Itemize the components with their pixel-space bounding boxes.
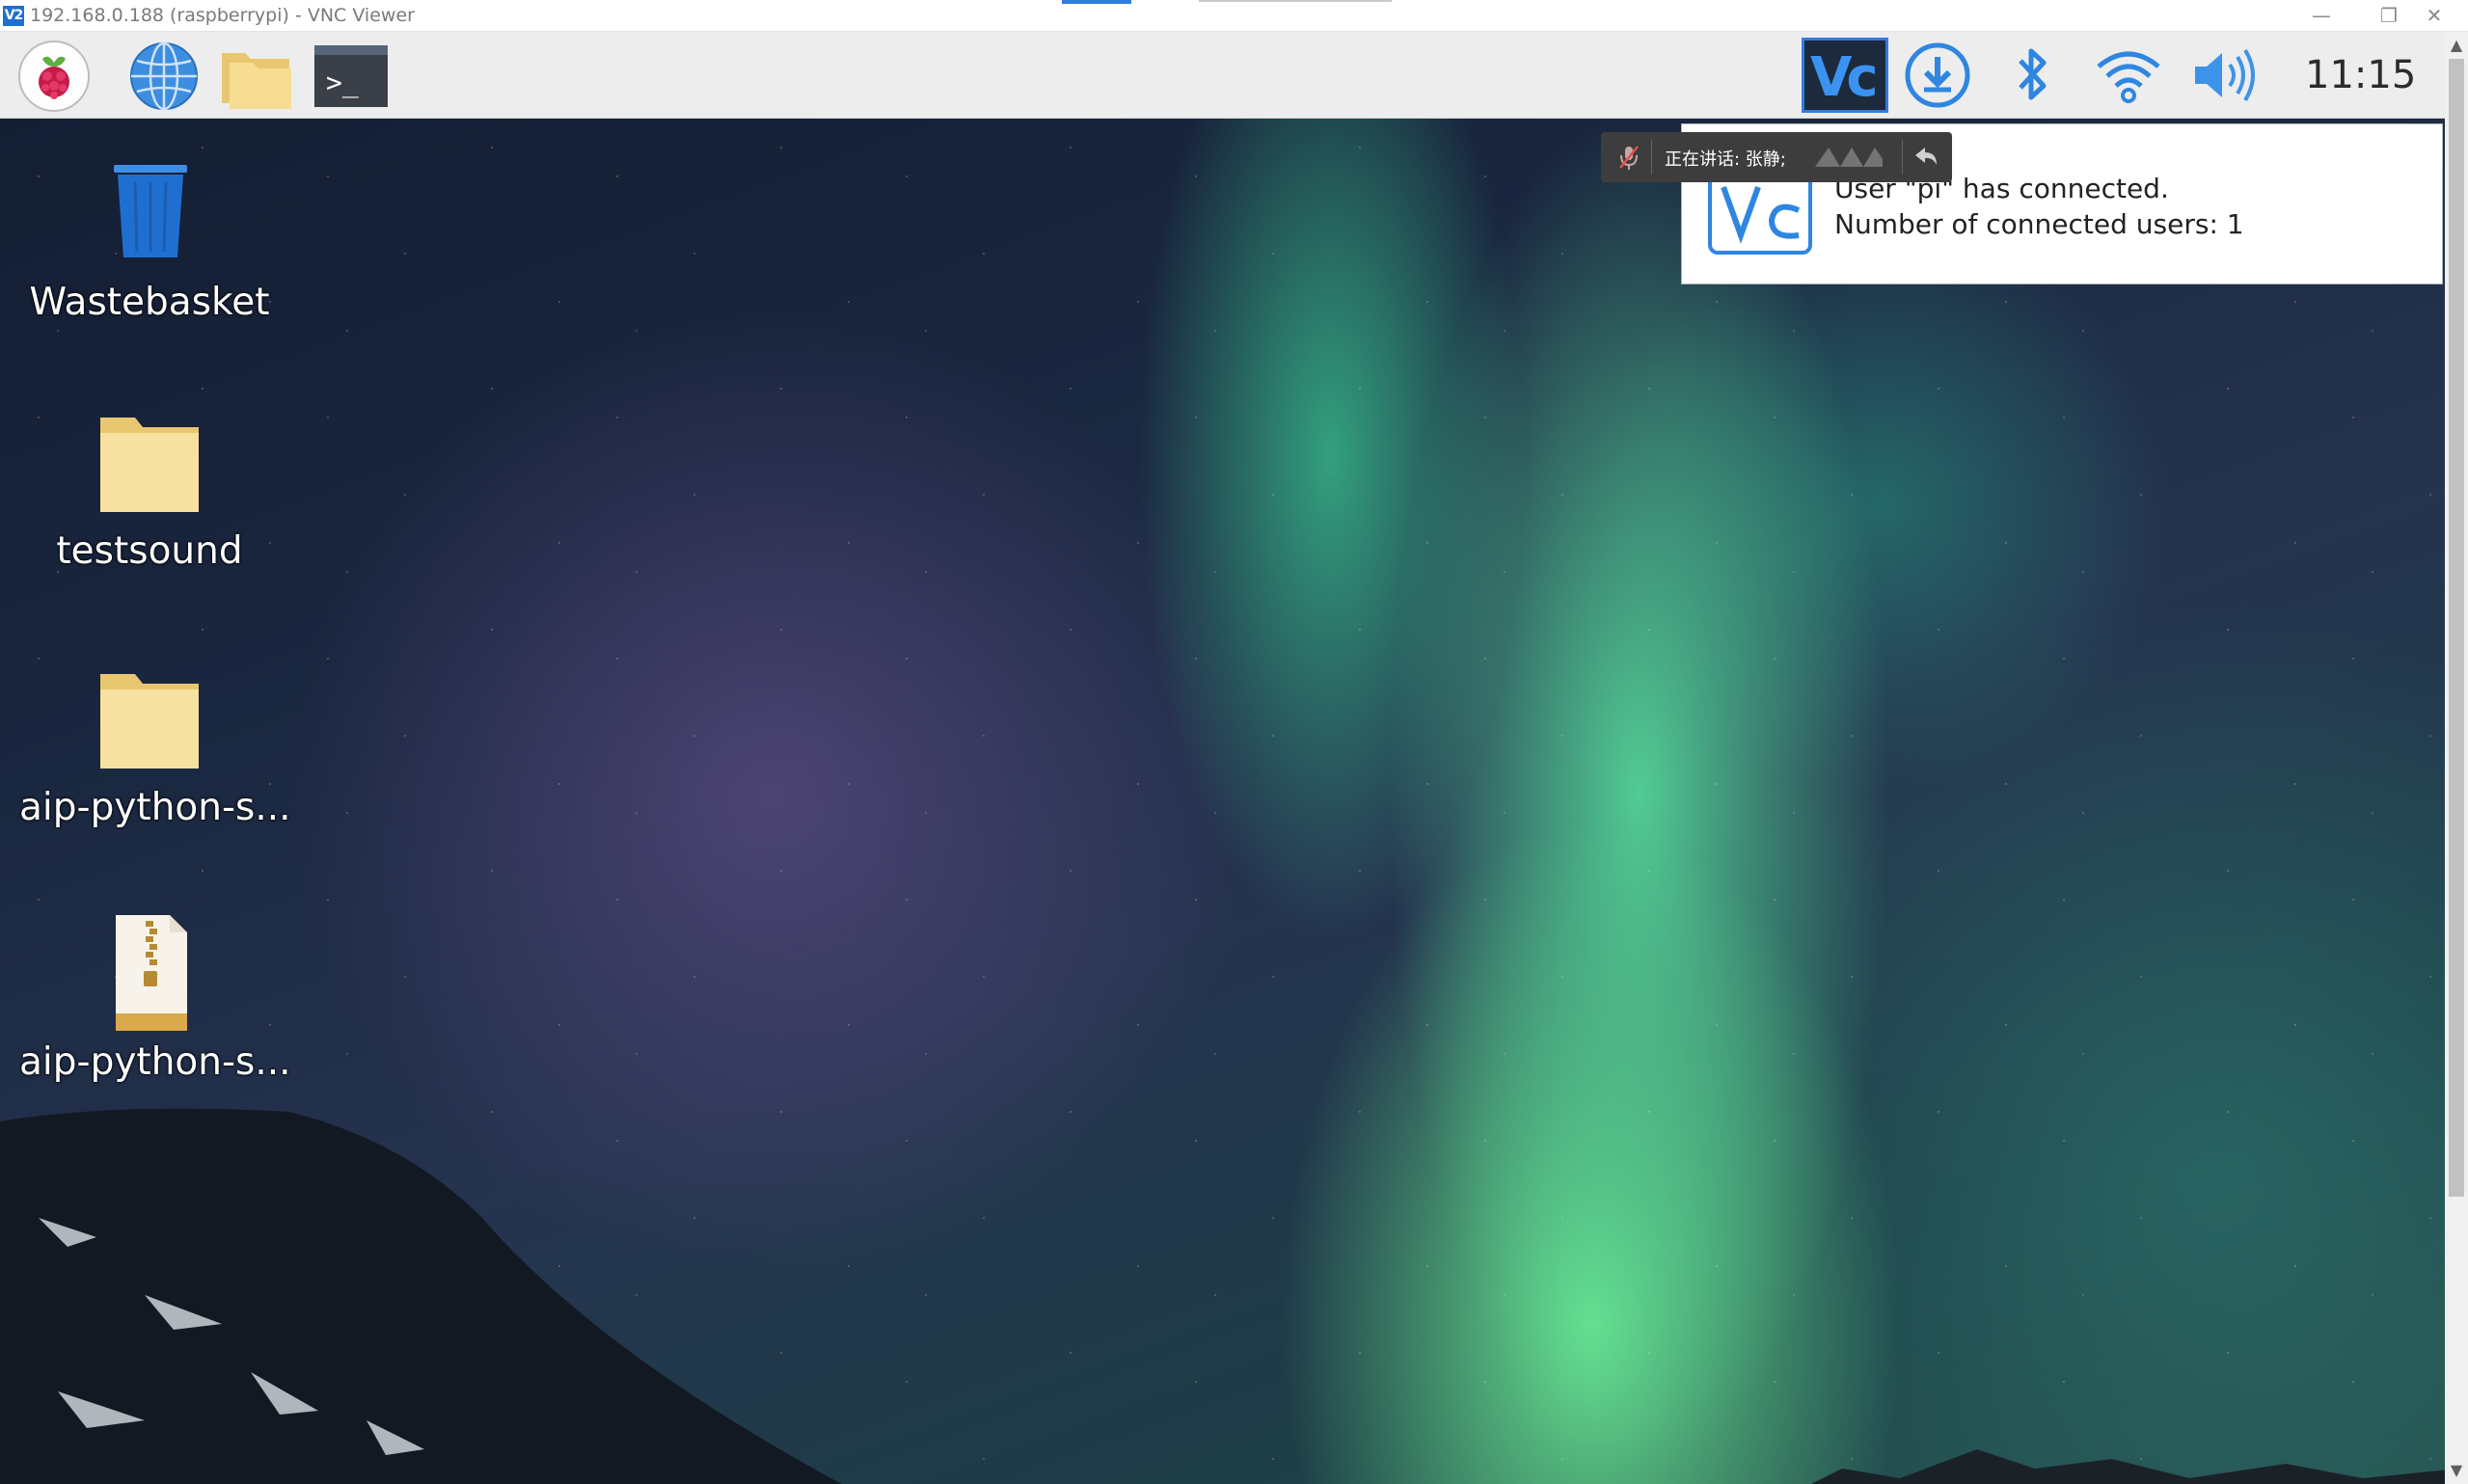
- folder-icon: [87, 408, 212, 524]
- terminal-icon[interactable]: >_: [312, 40, 390, 113]
- download-update-icon[interactable]: [1900, 38, 1975, 113]
- desktop-icon-folder-aip-python[interactable]: aip-python-s...: [19, 664, 291, 829]
- folder-icon: [87, 664, 212, 780]
- trash-icon: [87, 159, 212, 275]
- scrollbar-thumb[interactable]: [2449, 59, 2464, 1197]
- scroll-up-arrow-icon[interactable]: ▲: [2445, 36, 2468, 54]
- vertical-scrollbar[interactable]: ▲ ▼: [2445, 32, 2468, 1484]
- top-panel: >_ Vc 11:15: [0, 32, 2445, 119]
- notification-line-2: Number of connected users: 1: [1834, 208, 2244, 240]
- speaking-indicator-bar: 正在讲话: 张静;: [1601, 132, 1952, 182]
- wifi-icon[interactable]: [2091, 38, 2166, 113]
- vnc-viewer-app-icon: V2: [3, 6, 24, 26]
- close-button[interactable]: ✕: [2400, 0, 2468, 32]
- desktop-icon-label: aip-python-s...: [19, 1040, 291, 1084]
- bluetooth-icon[interactable]: [1993, 38, 2069, 113]
- raspberry-menu-icon[interactable]: [15, 40, 93, 113]
- desktop-background[interactable]: Wastebasket testsound aip-python-s... ai…: [0, 119, 2445, 1484]
- file-manager-icon[interactable]: [218, 40, 295, 113]
- volume-icon[interactable]: [2185, 38, 2261, 113]
- desktop-icon-wastebasket[interactable]: Wastebasket: [19, 159, 280, 324]
- distant-ridge: [1811, 1449, 2445, 1484]
- blurred-name-placeholder: [1815, 146, 1883, 169]
- vnc-server-tray-icon[interactable]: Vc: [1802, 38, 1888, 113]
- speaking-text: 正在讲话: 张静;: [1665, 149, 1786, 170]
- desktop-icon-folder-testsound[interactable]: testsound: [19, 408, 280, 573]
- desktop-icon-label: testsound: [56, 529, 243, 573]
- minimize-button[interactable]: —: [2288, 0, 2355, 32]
- mountain-silhouette: [0, 1108, 842, 1484]
- mic-muted-icon[interactable]: [1616, 144, 1641, 171]
- panel-clock[interactable]: 11:15: [2305, 53, 2416, 97]
- desktop-icon-archive-aip-python[interactable]: aip-python-s...: [19, 911, 291, 1084]
- desktop-icon-label: Wastebasket: [29, 281, 270, 324]
- zip-archive-icon: [87, 911, 212, 1035]
- window-title: 192.168.0.188 (raspberrypi) - VNC Viewer: [30, 5, 415, 26]
- reply-arrow-icon[interactable]: [1912, 144, 1940, 171]
- scroll-down-arrow-icon[interactable]: ▼: [2445, 1461, 2468, 1479]
- terminal-prompt: >_: [326, 67, 359, 98]
- window-titlebar: V2 192.168.0.188 (raspberrypi) - VNC Vie…: [0, 0, 2468, 32]
- desktop-icon-label: aip-python-s...: [19, 786, 291, 829]
- web-browser-icon[interactable]: [125, 40, 203, 113]
